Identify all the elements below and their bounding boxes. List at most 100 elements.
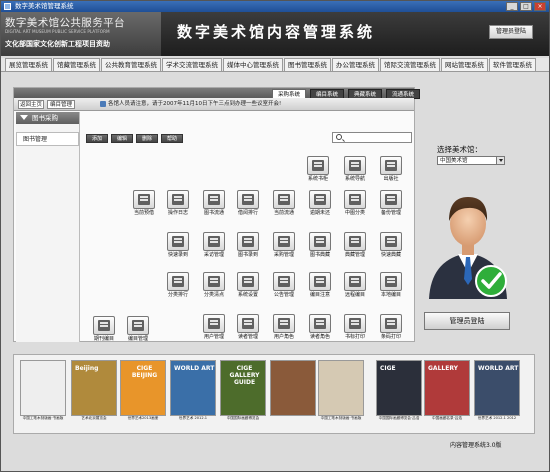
nav-tab[interactable]: 学术交流管理系统	[162, 58, 222, 71]
cover-title: Beijing	[75, 365, 99, 372]
nav-tab[interactable]: 软件管理系统	[489, 58, 536, 71]
publication-thumbnail[interactable]: CIGE 中国国际画廊博览会·吕浩	[376, 360, 422, 424]
function-icon[interactable]: 借阅排行	[234, 190, 262, 220]
nav-tab[interactable]: 展览管理系统	[5, 58, 52, 71]
function-glyph-icon	[309, 314, 331, 333]
function-glyph-icon	[344, 272, 366, 291]
cover-image: WORLD ART	[474, 360, 520, 416]
minimize-button[interactable]: _	[506, 2, 518, 11]
function-glyph-icon	[237, 314, 259, 333]
publication-thumbnail[interactable]	[270, 360, 316, 424]
nav-tab[interactable]: 公共教育管理系统	[101, 58, 161, 71]
cover-image	[318, 360, 364, 416]
app-icon	[4, 3, 11, 10]
function-icon[interactable]: 公告管理	[270, 272, 298, 302]
nav-tab[interactable]: 媒体中心管理系统	[223, 58, 283, 71]
cover-title: WORLD ART	[174, 365, 215, 372]
function-label: 快速录到	[167, 252, 188, 258]
cover-title: WORLD ART	[478, 365, 519, 372]
function-icon[interactable]: 备份管理	[377, 190, 405, 220]
close-button[interactable]: ×	[534, 2, 546, 11]
function-icon[interactable]: 逾期未还	[306, 190, 334, 220]
function-icon[interactable]: 快速录到	[164, 232, 192, 262]
function-icon[interactable]: 分类清点	[200, 272, 228, 302]
function-icon[interactable]: 当前预借	[130, 190, 158, 220]
nav-tab[interactable]: 馆藏管理系统	[53, 58, 100, 71]
admin-login-button-side[interactable]: 管理员登陆	[424, 312, 510, 330]
function-label: 本地编目	[380, 292, 401, 298]
function-icon[interactable]: 编目注意	[306, 272, 334, 302]
function-label: 公告管理	[273, 292, 294, 298]
publication-thumbnail[interactable]: CIGE BEIJING 世界艺术2013画册	[120, 360, 166, 424]
function-glyph-icon	[380, 156, 402, 175]
publication-thumbnail[interactable]: CIGE GALLERY GUIDE 中国国际画廊博览会	[220, 360, 266, 424]
function-icon[interactable]: 读者管理	[234, 314, 262, 344]
nav-tab[interactable]: 馆际交流管理系统	[380, 58, 440, 71]
page-title: 数字美术馆内容管理系统	[177, 23, 376, 41]
platform-logo: 数字美术馆公共服务平台 DIGITAL ART MUSEUM PUBLIC SE…	[1, 12, 161, 56]
function-icon[interactable]: 期刊编目	[90, 316, 118, 346]
function-icon[interactable]: 远程编目	[341, 272, 369, 302]
logo-subtitle: 文化部国家文化创新工程项目资助	[5, 40, 110, 48]
function-label: 中图分类	[344, 210, 365, 216]
function-icon[interactable]: 条码打印	[377, 314, 405, 344]
museum-select-value: 中国美术馆	[440, 158, 468, 164]
function-icon[interactable]: 图书录到	[234, 232, 262, 262]
function-icon[interactable]: 系统导航	[341, 156, 369, 186]
function-icon[interactable]: 中图分类	[341, 190, 369, 220]
function-glyph-icon	[307, 156, 329, 175]
thumbnail-caption: 艺术北京展览会	[81, 416, 107, 420]
museum-select[interactable]: 中国美术馆	[437, 156, 505, 165]
function-icon[interactable]: 本地编目	[377, 272, 405, 302]
function-icon[interactable]: 读者角色	[306, 314, 334, 344]
function-glyph-icon	[127, 316, 149, 335]
function-icon[interactable]: 分类排行	[164, 272, 192, 302]
title-bar: 数字美术馆管理系统 _ □ ×	[1, 1, 549, 12]
function-icon[interactable]: 典藏管理	[341, 232, 369, 262]
function-icon[interactable]: 系统设置	[234, 272, 262, 302]
function-icon[interactable]: 编目管理	[124, 316, 152, 346]
function-glyph-icon	[380, 314, 402, 333]
publication-thumbnail[interactable]: Beijing 艺术北京展览会	[71, 360, 117, 424]
maximize-button[interactable]: □	[520, 2, 532, 11]
function-icon[interactable]: 图书典藏	[306, 232, 334, 262]
nav-tab[interactable]: 办公管理系统	[332, 58, 379, 71]
nav-tab[interactable]: 图书管理系统	[284, 58, 331, 71]
function-icon[interactable]: 采访管理	[200, 232, 228, 262]
nav-tab[interactable]: 网站管理系统	[441, 58, 488, 71]
function-icon[interactable]: 图书流通	[200, 190, 228, 220]
function-label: 用户角色	[273, 334, 294, 340]
publication-thumbnail[interactable]: 中国工笔木刻版画·书画版	[318, 360, 364, 424]
publication-thumbnail[interactable]: 中国工笔木刻版画·书画版	[20, 360, 66, 424]
function-label: 图书典藏	[309, 252, 330, 258]
function-glyph-icon	[380, 190, 402, 209]
function-icon-grid: 系统书柜 系统导航 出版社当前预借 操作日志 图书流通 借阅排行 当前流通 逾期未还 中图分类 备…	[14, 88, 414, 343]
function-icon[interactable]: 系统书柜	[304, 156, 332, 186]
app-header: 数字美术馆公共服务平台 DIGITAL ART MUSEUM PUBLIC SE…	[1, 12, 549, 56]
function-label: 当前预借	[133, 210, 154, 216]
function-label: 分类排行	[167, 292, 188, 298]
function-icon[interactable]: 快速典藏	[377, 232, 405, 262]
function-icon[interactable]: 出版社	[377, 156, 405, 186]
window-title: 数字美术馆管理系统	[15, 2, 74, 10]
function-label: 图书流通	[203, 210, 224, 216]
function-glyph-icon	[93, 316, 115, 335]
function-glyph-icon	[203, 272, 225, 291]
function-icon[interactable]: 当前流通	[270, 190, 298, 220]
publication-thumbnail[interactable]: GALLERY 中国画廊名录·吕浩	[424, 360, 470, 424]
admin-user-icon	[429, 197, 507, 299]
cover-image: Beijing	[71, 360, 117, 416]
admin-login-button[interactable]: 管理员登陆	[489, 25, 533, 39]
function-glyph-icon	[203, 232, 225, 251]
function-label: 典藏管理	[344, 252, 365, 258]
function-icon[interactable]: 操作日志	[164, 190, 192, 220]
publication-thumbnail[interactable]: WORLD ART 世界艺术 2012.1 2012	[474, 360, 520, 424]
function-icon[interactable]: 采购管理	[270, 232, 298, 262]
function-icon[interactable]: 用户管理	[200, 314, 228, 344]
function-glyph-icon	[203, 190, 225, 209]
function-icon[interactable]: 用户角色	[270, 314, 298, 344]
function-icon[interactable]: 书标打印	[341, 314, 369, 344]
function-glyph-icon	[309, 232, 331, 251]
function-label: 分类清点	[203, 292, 224, 298]
publication-thumbnail[interactable]: WORLD ART 世界艺术 2012.1	[170, 360, 216, 424]
